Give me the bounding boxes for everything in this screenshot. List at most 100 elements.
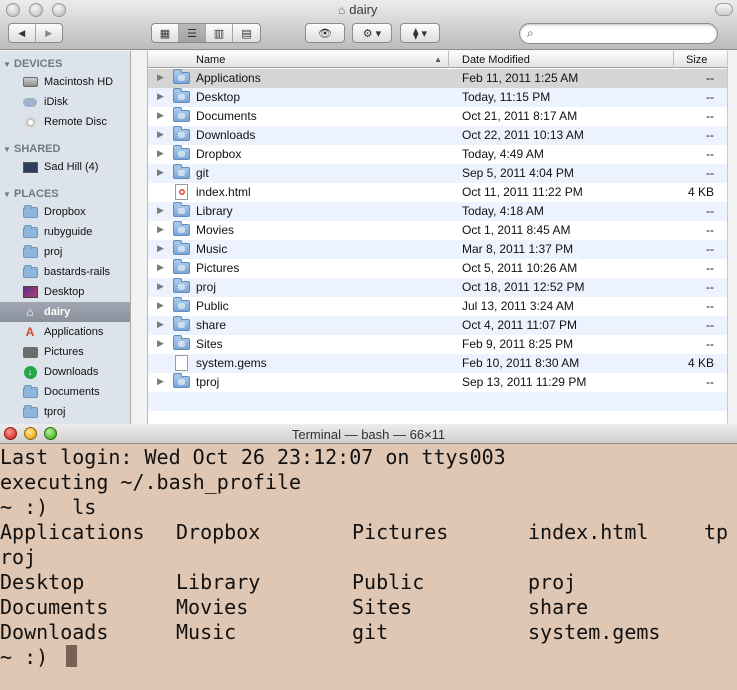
finder-toolbar: ◀ ▶ ▦ ☰ ▥ ▤ 👁 ⚙ ▾ ⧫ ▾ ⌕ bbox=[0, 20, 737, 50]
sidebar-item-dropbox[interactable]: Dropbox bbox=[0, 202, 130, 222]
file-row[interactable]: ▶ proj Oct 18, 2011 12:52 PM -- bbox=[148, 278, 727, 297]
terminal-titlebar[interactable]: Terminal — bash — 66×11 bbox=[0, 424, 737, 444]
file-row[interactable]: ▶ Dropbox Today, 4:49 AM -- bbox=[148, 145, 727, 164]
icon-view-button[interactable]: ▦ bbox=[152, 24, 179, 42]
sidebar-item-macintosh-hd[interactable]: Macintosh HD bbox=[0, 72, 130, 92]
size-column-header[interactable]: Size bbox=[686, 52, 707, 67]
back-arrow-icon: ◀ bbox=[18, 27, 26, 38]
forward-button[interactable]: ▶ bbox=[36, 24, 62, 42]
file-name: Music bbox=[196, 242, 228, 256]
folder-icon bbox=[173, 373, 190, 388]
search-input[interactable] bbox=[542, 26, 710, 41]
file-row[interactable]: ▶ Music Mar 8, 2011 1:37 PM -- bbox=[148, 240, 727, 259]
disclosure-triangle-icon[interactable]: ▶ bbox=[157, 338, 164, 349]
ls-entry: tp bbox=[704, 520, 729, 544]
disclosure-triangle-icon[interactable]: ▶ bbox=[157, 243, 164, 254]
file-row[interactable]: ▶ Pictures Oct 5, 2011 10:26 AM -- bbox=[148, 259, 727, 278]
sidebar-item-tproj[interactable]: tproj bbox=[0, 402, 130, 422]
coverflow-view-button[interactable]: ▤ bbox=[233, 24, 260, 42]
file-row[interactable]: ▶ Downloads Oct 22, 2011 10:13 AM -- bbox=[148, 126, 727, 145]
sidebar-item-proj[interactable]: proj bbox=[0, 242, 130, 262]
sidebar-item-bastards-rails[interactable]: bastards-rails bbox=[0, 262, 130, 282]
places-header[interactable]: ▼ PLACES bbox=[0, 187, 59, 201]
file-size: -- bbox=[706, 71, 714, 85]
action-menu-button[interactable]: ⚙ ▾ bbox=[352, 23, 392, 43]
sidebar-item-label: proj bbox=[44, 246, 63, 258]
file-row[interactable]: ▶ Movies Oct 1, 2011 8:45 AM -- bbox=[148, 221, 727, 240]
disclosure-triangle-icon[interactable]: ▶ bbox=[157, 262, 164, 273]
disclosure-triangle-icon[interactable]: ▶ bbox=[157, 300, 164, 311]
file-row[interactable]: ▶ git Sep 5, 2011 4:04 PM -- bbox=[148, 164, 727, 183]
file-size: -- bbox=[706, 280, 714, 294]
disclosure-triangle-icon[interactable]: ▶ bbox=[157, 205, 164, 216]
column-divider[interactable] bbox=[448, 51, 449, 68]
forward-arrow-icon: ▶ bbox=[45, 27, 53, 38]
disclosure-triangle-icon[interactable]: ▶ bbox=[157, 224, 164, 235]
file-row[interactable]: system.gems Feb 10, 2011 8:30 AM 4 KB bbox=[148, 354, 727, 373]
back-button[interactable]: ◀ bbox=[9, 24, 36, 42]
file-size: 4 KB bbox=[687, 185, 714, 199]
sidebar-item-remote-disc[interactable]: Remote Disc bbox=[0, 112, 130, 132]
quick-look-button[interactable]: 👁 bbox=[305, 23, 345, 43]
file-row[interactable]: ▶ Public Jul 13, 2011 3:24 AM -- bbox=[148, 297, 727, 316]
disclosure-triangle-icon[interactable]: ▶ bbox=[157, 281, 164, 292]
file-name: share bbox=[196, 318, 227, 332]
finder-titlebar[interactable]: ⌂ dairy bbox=[0, 0, 737, 20]
terminal-output[interactable]: Last login: Wed Oct 26 23:12:07 on ttys0… bbox=[0, 445, 737, 690]
sidebar-item-downloads[interactable]: ↓ Downloads bbox=[0, 362, 130, 382]
sidebar-item-label: Desktop bbox=[44, 286, 85, 298]
search-field[interactable]: ⌕ bbox=[519, 23, 718, 44]
terminal-cursor bbox=[66, 645, 77, 667]
disclosure-triangle-icon[interactable]: ▶ bbox=[157, 319, 164, 330]
folder-icon bbox=[173, 69, 190, 84]
file-row[interactable]: index.html Oct 11, 2011 11:22 PM 4 KB bbox=[148, 183, 727, 202]
file-name: Downloads bbox=[196, 128, 256, 142]
name-column-header[interactable]: Name ▲ bbox=[196, 52, 446, 67]
file-row[interactable]: ▶ Library Today, 4:18 AM -- bbox=[148, 202, 727, 221]
sidebar-item-sad-hill[interactable]: Sad Hill (4) bbox=[0, 157, 130, 177]
vertical-scrollbar[interactable] bbox=[727, 51, 737, 424]
file-row[interactable]: ▶ share Oct 4, 2011 11:07 PM -- bbox=[148, 316, 727, 335]
sidebar-item-label: Macintosh HD bbox=[44, 76, 114, 88]
disclosure-triangle-icon[interactable]: ▶ bbox=[157, 376, 164, 387]
toolbar-toggle-button[interactable] bbox=[715, 3, 733, 16]
file-row[interactable]: ▶ tproj Sep 13, 2011 11:29 PM -- bbox=[148, 373, 727, 392]
sidebar-item-pictures[interactable]: Pictures bbox=[0, 342, 130, 362]
sidebar-item-label: Applications bbox=[44, 326, 104, 338]
dropbox-menu-button[interactable]: ⧫ ▾ bbox=[400, 23, 440, 43]
close-button[interactable] bbox=[6, 3, 20, 17]
sidebar-item-label: bastards-rails bbox=[44, 266, 111, 278]
sidebar-item-documents[interactable]: Documents bbox=[0, 382, 130, 402]
column-divider[interactable] bbox=[673, 51, 674, 68]
file-row[interactable]: ▶ Documents Oct 21, 2011 8:17 AM -- bbox=[148, 107, 727, 126]
view-mode-control: ▦ ☰ ▥ ▤ bbox=[151, 23, 261, 43]
minimize-button[interactable] bbox=[29, 3, 43, 17]
list-view-button[interactable]: ☰ bbox=[179, 24, 206, 42]
terminal-window[interactable]: Terminal — bash — 66×11 Last login: Wed … bbox=[0, 424, 737, 690]
sidebar-item-dairy[interactable]: ⌂ dairy bbox=[0, 302, 130, 322]
disclosure-triangle-icon[interactable]: ▶ bbox=[157, 129, 164, 140]
disclosure-triangle-icon[interactable]: ▶ bbox=[157, 72, 164, 83]
file-date: Oct 1, 2011 8:45 AM bbox=[462, 223, 571, 237]
file-row[interactable]: ▶ Applications Feb 11, 2011 1:25 AM -- bbox=[148, 69, 727, 88]
disclosure-triangle-icon[interactable]: ▶ bbox=[157, 148, 164, 159]
disclosure-triangle-icon[interactable]: ▶ bbox=[157, 91, 164, 102]
file-size: -- bbox=[706, 223, 714, 237]
sidebar-item-label: Remote Disc bbox=[44, 116, 107, 128]
sidebar-item-rubyguide[interactable]: rubyguide bbox=[0, 222, 130, 242]
column-view-button[interactable]: ▥ bbox=[206, 24, 233, 42]
sidebar-item-idisk[interactable]: iDisk bbox=[0, 92, 130, 112]
devices-header[interactable]: ▼ DEVICES bbox=[0, 57, 62, 71]
disclosure-triangle-icon[interactable]: ▶ bbox=[157, 167, 164, 178]
file-row[interactable]: ▶ Desktop Today, 11:15 PM -- bbox=[148, 88, 727, 107]
date-column-header[interactable]: Date Modified bbox=[462, 52, 530, 67]
sidebar-item-applications[interactable]: A Applications bbox=[0, 322, 130, 342]
disclosure-triangle-icon[interactable]: ▶ bbox=[157, 110, 164, 121]
shared-header[interactable]: ▼ SHARED bbox=[0, 142, 60, 156]
idisk-icon bbox=[22, 95, 38, 109]
file-row[interactable]: ▶ Sites Feb 9, 2011 8:25 PM -- bbox=[148, 335, 727, 354]
zoom-button[interactable] bbox=[52, 3, 66, 17]
file-date: Sep 13, 2011 11:29 PM bbox=[462, 375, 587, 389]
ls-entry: Applications bbox=[0, 520, 145, 544]
sidebar-item-desktop[interactable]: Desktop bbox=[0, 282, 130, 302]
